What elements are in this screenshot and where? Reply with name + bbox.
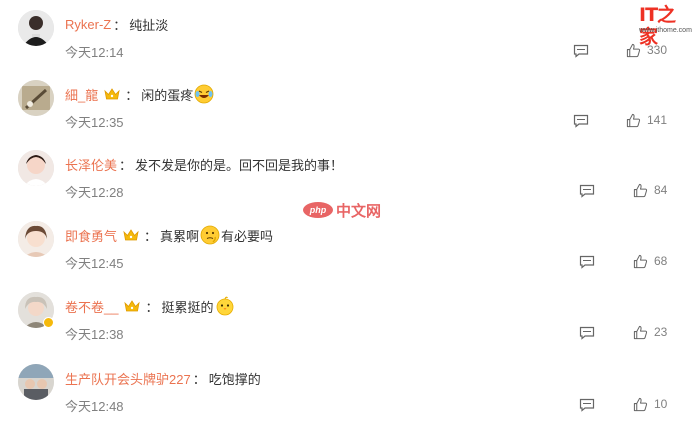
comment-time: 今天12:45 bbox=[65, 256, 124, 271]
like-count: 68 bbox=[654, 254, 668, 268]
thumbs-up-icon bbox=[633, 183, 648, 197]
avatar[interactable] bbox=[18, 150, 54, 186]
comment-item: 生产队开会头牌驴227 ： 吃饱撑的 今天12:48 10 bbox=[0, 364, 693, 430]
avatar[interactable] bbox=[18, 364, 54, 400]
like-button[interactable]: 84 bbox=[633, 181, 667, 199]
reply-icon[interactable] bbox=[579, 255, 595, 269]
comment-text: 闲的蛋疼 bbox=[141, 87, 194, 103]
thumbs-up-icon bbox=[626, 113, 641, 127]
username[interactable]: 卷不卷__ bbox=[65, 297, 118, 316]
verified-badge-icon bbox=[43, 317, 54, 328]
colon: ： bbox=[119, 157, 133, 173]
username[interactable]: 生产队开会头牌驴227 bbox=[65, 369, 191, 388]
comment-line: 即食勇气 ： 真累啊 有必要吗 bbox=[65, 225, 273, 245]
colon: ： bbox=[125, 87, 139, 103]
comment-time: 今天12:14 bbox=[65, 45, 124, 60]
comment-item: 細_龍 ： 闲的蛋疼 今天12:35 141 bbox=[0, 80, 693, 146]
vip-crown-icon bbox=[122, 228, 140, 242]
comment-text: 真累啊 bbox=[160, 228, 200, 244]
reply-icon[interactable] bbox=[573, 114, 589, 128]
chick-emoji bbox=[215, 296, 235, 316]
username[interactable]: 即食勇气 bbox=[65, 226, 117, 245]
reply-icon[interactable] bbox=[573, 44, 589, 58]
colon: ： bbox=[113, 17, 127, 33]
like-count: 10 bbox=[654, 397, 668, 411]
comment-line: 卷不卷__ ： 挺累挺的 bbox=[65, 296, 236, 316]
thumbs-up-icon bbox=[626, 43, 641, 57]
comment-time: 今天12:35 bbox=[65, 115, 124, 130]
like-count: 23 bbox=[654, 325, 668, 339]
avatar[interactable] bbox=[18, 80, 54, 116]
comment-line: 生产队开会头牌驴227 ： 吃饱撑的 bbox=[65, 368, 261, 388]
like-count: 141 bbox=[647, 113, 668, 127]
thumbs-up-icon bbox=[633, 254, 648, 268]
php-watermark-text: 中文网 bbox=[336, 202, 382, 220]
colon: ： bbox=[144, 228, 158, 244]
avatar[interactable] bbox=[18, 221, 54, 257]
like-button[interactable]: 23 bbox=[633, 323, 667, 341]
comment-line: Ryker-Z ： 纯扯淡 bbox=[65, 14, 168, 34]
comment-text: 挺累挺的 bbox=[161, 299, 214, 315]
like-count: 330 bbox=[647, 43, 668, 57]
reply-icon[interactable] bbox=[579, 326, 595, 340]
colon: ： bbox=[192, 371, 206, 387]
laughing-tears-emoji bbox=[194, 84, 214, 104]
username[interactable]: Ryker-Z bbox=[65, 17, 111, 32]
comment-text-after: 有必要吗 bbox=[221, 228, 274, 244]
php-watermark: php 中文网 bbox=[303, 200, 381, 220]
thumbs-up-icon bbox=[633, 325, 648, 339]
like-button[interactable]: 10 bbox=[633, 395, 667, 413]
thinking-emoji bbox=[200, 225, 220, 245]
reply-icon[interactable] bbox=[579, 398, 595, 412]
comment-time: 今天12:48 bbox=[65, 399, 124, 414]
username[interactable]: 长泽伦美 bbox=[65, 155, 117, 174]
like-button[interactable]: 330 bbox=[626, 41, 667, 59]
comment-time: 今天12:38 bbox=[65, 327, 124, 342]
username[interactable]: 細_龍 bbox=[65, 85, 98, 104]
vip-crown-icon bbox=[123, 299, 141, 313]
comment-text: 纯扯淡 bbox=[129, 17, 169, 33]
php-logo: php bbox=[303, 202, 333, 218]
comment-text: 发不发是你的是。回不回是我的事！ bbox=[135, 157, 344, 173]
reply-icon[interactable] bbox=[579, 184, 595, 198]
comment-item: Ryker-Z ： 纯扯淡 今天12:14 330 bbox=[0, 10, 693, 76]
vip-crown-icon bbox=[103, 87, 121, 101]
thumbs-up-icon bbox=[633, 397, 648, 411]
comment-time: 今天12:28 bbox=[65, 185, 124, 200]
like-button[interactable]: 68 bbox=[633, 252, 667, 270]
comment-text: 吃饱撑的 bbox=[208, 371, 261, 387]
comment-item: 卷不卷__ ： 挺累挺的 今天12:38 23 bbox=[0, 292, 693, 358]
comment-line: 細_龍 ： 闲的蛋疼 bbox=[65, 84, 215, 104]
comment-item: 即食勇气 ： 真累啊 有必要吗 今天12:45 68 bbox=[0, 221, 693, 287]
like-button[interactable]: 141 bbox=[626, 111, 667, 129]
comment-line: 长泽伦美 ： 发不发是你的是。回不回是我的事！ bbox=[65, 154, 343, 174]
colon: ： bbox=[145, 299, 159, 315]
avatar[interactable] bbox=[18, 10, 54, 46]
like-count: 84 bbox=[654, 183, 668, 197]
